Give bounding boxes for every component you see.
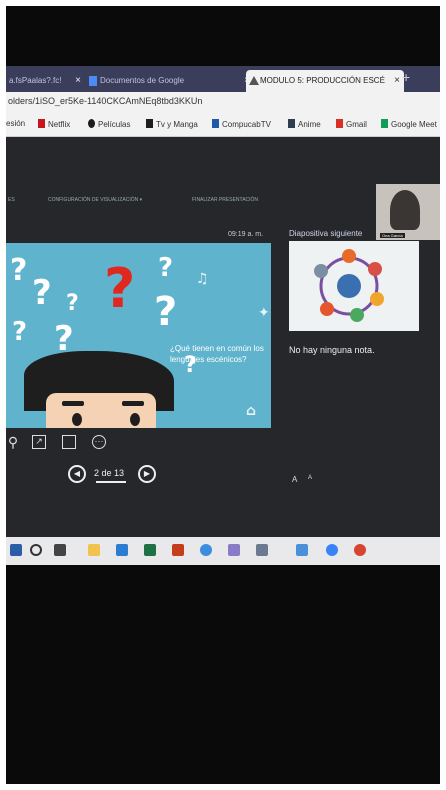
messenger-icon[interactable]: [326, 544, 338, 556]
slide-navigation: ◀ 2 de 13 ▶: [6, 465, 271, 489]
excel-icon[interactable]: [144, 544, 156, 556]
end-show-button[interactable]: FINALIZAR PRESENTACIÓN: [192, 197, 258, 203]
tab-label: MODULO 5: PRODUCCIÓN ESCÉ: [260, 76, 385, 85]
counter-underline: [96, 481, 126, 483]
bookmarks-bar: esión Netflix Películas Tv y Manga Compu…: [6, 114, 440, 137]
character-eye: [130, 413, 140, 426]
compucab-icon: [212, 119, 219, 128]
file-explorer-icon[interactable]: [88, 544, 100, 556]
slide-tools: ⚲ ↗ ···: [6, 433, 271, 455]
tvmanga-icon: [146, 119, 153, 128]
phone-screen: a.fsPaalas?.fc! × Documentos de Google ×…: [6, 6, 440, 784]
previous-slide-button[interactable]: ◀: [68, 465, 86, 483]
powerpoint-icon[interactable]: [172, 544, 184, 556]
clock: 09:19 a. m.: [228, 231, 264, 238]
app-icon[interactable]: [296, 544, 308, 556]
question-mark-icon: ?: [66, 291, 79, 316]
address-url: olders/1iSO_er5Ke-1140CKCAmNEq8tbd3KKUn: [8, 96, 203, 106]
netflix-icon: [38, 119, 45, 128]
question-mark-icon: ?: [12, 317, 28, 347]
gmail-icon: [336, 119, 343, 128]
close-icon[interactable]: ×: [394, 70, 400, 92]
participant-name: Ona García: [380, 233, 405, 238]
more-options-button[interactable]: ···: [92, 435, 106, 449]
drive-icon: [249, 76, 259, 85]
browser-tab-strip: a.fsPaalas?.fc! × Documentos de Google ×…: [6, 66, 440, 92]
webcam-overlay: Ona García: [376, 184, 440, 240]
app-icon[interactable]: [354, 544, 366, 556]
chrome-icon[interactable]: [200, 544, 212, 556]
next-slide-label: Diapositiva siguiente: [289, 229, 363, 238]
tab-label: Documentos de Google: [100, 76, 185, 85]
person-silhouette: [390, 190, 420, 230]
increase-font-button[interactable]: A: [292, 475, 297, 484]
question-mark-icon: ?: [158, 253, 174, 283]
bookmark-netflix[interactable]: Netflix: [38, 119, 70, 129]
next-slide-button[interactable]: ▶: [138, 465, 156, 483]
tab-label: a.fsPaalas?.fc!: [9, 76, 62, 85]
anime-icon: [288, 119, 295, 128]
task-view-icon[interactable]: [54, 544, 66, 556]
new-tab-button[interactable]: +: [402, 69, 410, 85]
tab-modulo[interactable]: MODULO 5: PRODUCCIÓN ESCÉ ×: [246, 70, 404, 92]
tab-documentos[interactable]: Documentos de Google ×: [86, 70, 254, 92]
store-icon[interactable]: [116, 544, 128, 556]
tab-other[interactable]: a.fsPaalas?.fc! ×: [6, 70, 85, 92]
bookmark-peliculas[interactable]: Películas: [88, 119, 130, 129]
next-slide-thumbnail[interactable]: [289, 241, 419, 331]
question-mark-icon: ?: [10, 253, 28, 288]
bookmark-gmail[interactable]: Gmail: [336, 119, 367, 129]
view-settings-button[interactable]: CONFIGURACIÓN DE VISUALIZACIÓN ▾: [48, 197, 142, 203]
question-mark-icon: ?: [154, 289, 178, 335]
toolbar-left-label: ES: [8, 197, 15, 203]
character-face: [46, 393, 156, 428]
address-bar[interactable]: olders/1iSO_er5Ke-1140CKCAmNEq8tbd3KKUn: [6, 92, 440, 114]
laser-pointer-icon[interactable]: ↗: [32, 435, 46, 449]
cycle-diagram: [314, 249, 384, 322]
captions-icon[interactable]: [62, 435, 76, 449]
bookmark-session[interactable]: esión: [6, 119, 25, 128]
dancer-icon: ✦: [258, 305, 270, 321]
start-icon[interactable]: [10, 544, 22, 556]
lamp-icon: ♫: [196, 271, 209, 287]
character-eye: [72, 413, 82, 426]
bookmark-tv-manga[interactable]: Tv y Manga: [146, 119, 198, 129]
question-mark-icon: ?: [32, 273, 52, 313]
theater-icon: ⌂: [246, 403, 257, 419]
bookmark-compucabtv[interactable]: CompucabTV: [212, 119, 271, 129]
character-brow: [122, 401, 144, 406]
slide-question: ¿Qué tienen en común los lenguajes escén…: [170, 344, 264, 364]
close-icon[interactable]: ×: [75, 70, 81, 92]
app-icon[interactable]: [228, 544, 240, 556]
presenter-view: ES CONFIGURACIÓN DE VISUALIZACIÓN ▾ FINA…: [6, 137, 440, 537]
docs-icon: [89, 76, 97, 86]
character-brow: [62, 401, 84, 406]
bookmark-anime[interactable]: Anime: [288, 119, 321, 129]
taskbar: [6, 537, 440, 565]
app-icon[interactable]: [256, 544, 268, 556]
speaker-notes: No hay ninguna nota.: [289, 345, 375, 355]
question-mark-icon: ?: [104, 257, 136, 320]
cuevana-icon: [88, 119, 95, 128]
bookmark-google-meet[interactable]: Google Meet: [381, 119, 437, 129]
meet-icon: [381, 119, 388, 128]
search-icon[interactable]: [30, 544, 42, 556]
decrease-font-button[interactable]: A: [308, 475, 312, 481]
slide-counter: 2 de 13: [94, 468, 125, 478]
current-slide: ? ? ? ? ? ? ? ? ? ♫ ✦ ⌂ ¿Qué tienen en c…: [6, 243, 271, 428]
search-icon[interactable]: ⚲: [6, 435, 20, 449]
